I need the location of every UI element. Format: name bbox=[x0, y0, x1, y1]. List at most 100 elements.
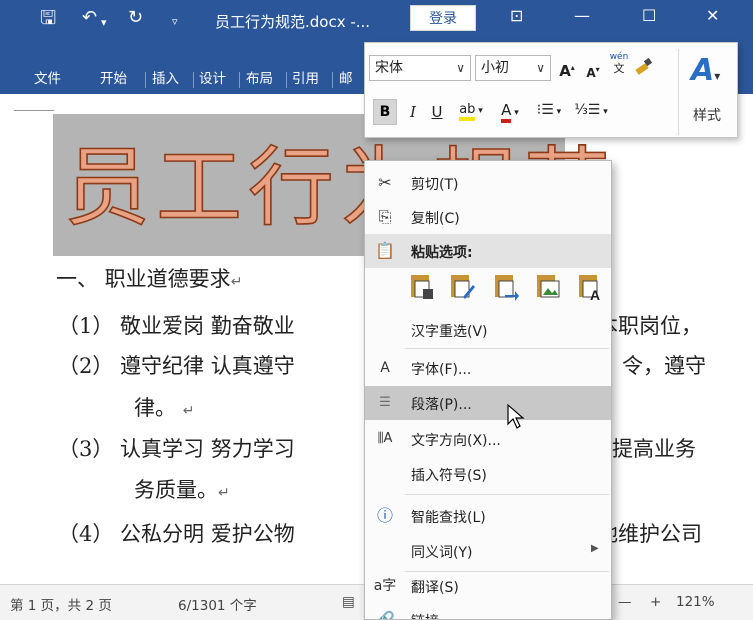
paste-keep-source-icon[interactable] bbox=[409, 271, 435, 301]
word-count[interactable]: 6/1301 个字 bbox=[178, 594, 257, 614]
tab-insert[interactable]: 插入 bbox=[152, 68, 179, 90]
paragraph-mark: ↵ bbox=[182, 403, 195, 419]
format-painter-icon[interactable] bbox=[633, 57, 657, 84]
close-button[interactable]: ✕ bbox=[706, 6, 719, 25]
tab-home[interactable]: 开始 bbox=[100, 68, 127, 90]
paste-options-header: 📋 粘贴选项: bbox=[365, 234, 611, 268]
menu-item-font[interactable]: A 字体(F)... bbox=[365, 351, 611, 385]
menu-item-synonyms[interactable]: 同义词(Y) ▶ bbox=[365, 534, 611, 568]
shrink-font-label: A bbox=[586, 66, 596, 80]
menu-item-label: 链接... bbox=[411, 611, 452, 619]
chevron-right-icon: ▶ bbox=[591, 543, 599, 554]
redo-icon[interactable]: ↻ bbox=[128, 8, 143, 28]
zoom-slider[interactable]: — bbox=[618, 594, 632, 610]
list-item-4-tail[interactable]: 地维护公司 bbox=[597, 518, 702, 548]
menu-separator bbox=[405, 494, 609, 495]
tab-mailings[interactable]: 邮 bbox=[339, 68, 353, 90]
translate-icon: a字 bbox=[373, 578, 397, 594]
menu-item-paragraph[interactable]: ☰ 段落(P)... bbox=[365, 386, 611, 420]
numbering-button[interactable]: ⅓☰ ▾ bbox=[571, 98, 611, 124]
paste-merge-format-icon[interactable] bbox=[449, 271, 475, 301]
text-direction-icon: ⫼A bbox=[377, 431, 393, 446]
chevron-down-icon[interactable]: ∨ bbox=[456, 56, 465, 80]
menu-item-copy[interactable]: ⎘ 复制(C) bbox=[365, 200, 611, 234]
phonetic-char: 文 bbox=[613, 62, 625, 75]
tab-design[interactable]: 设计 bbox=[199, 68, 226, 90]
tab-layout[interactable]: 布局 bbox=[246, 68, 273, 90]
list-item-1[interactable]: （1） 敬业爱岗 勤奋敬业 bbox=[58, 310, 295, 340]
grow-font-button[interactable]: A▴ bbox=[557, 56, 577, 83]
font-color-button[interactable]: A ▾ bbox=[493, 98, 527, 125]
menu-item-insert-symbol[interactable]: 插入符号(S) bbox=[365, 457, 611, 491]
tab-separator bbox=[239, 72, 240, 88]
list-item-3-continuation[interactable]: 务质量。↵ bbox=[134, 474, 230, 504]
menu-item-translate[interactable]: a字 翻译(S) bbox=[365, 569, 611, 603]
underline-button[interactable]: U bbox=[427, 100, 447, 124]
numbered-list-icon: ⅓☰ bbox=[574, 102, 601, 118]
phonetic-guide-button[interactable]: wén 文 bbox=[607, 51, 631, 75]
list-item-2-continuation[interactable]: 律。 ↵ bbox=[134, 392, 194, 422]
bullets-button[interactable]: ⁝☰ ▾ bbox=[531, 98, 567, 124]
ribbon-display-options-icon[interactable]: ⊡ bbox=[510, 6, 523, 25]
maximize-button[interactable]: ☐ bbox=[642, 6, 656, 25]
paste-picture-icon[interactable] bbox=[535, 271, 561, 301]
italic-button[interactable]: I bbox=[403, 100, 423, 124]
bold-button[interactable]: B bbox=[373, 99, 397, 125]
styles-gallery-button[interactable]: A▾ 样式 bbox=[678, 49, 734, 135]
list-item-3-tail[interactable]: 提高业务 bbox=[612, 433, 696, 463]
menu-item-link[interactable]: 🔗 链接... bbox=[365, 603, 611, 619]
tab-references[interactable]: 引用 bbox=[292, 68, 319, 90]
menu-item-reconvert[interactable]: 汉字重选(V) bbox=[365, 313, 611, 347]
zoom-level[interactable]: 121% bbox=[676, 594, 715, 610]
scissors-icon: ✂ bbox=[378, 173, 392, 192]
continuation-text: 律。 bbox=[134, 396, 176, 420]
list-item-2[interactable]: （2） 遵守纪律 认真遵守 bbox=[58, 350, 295, 380]
list-item-4[interactable]: （4） 公私分明 爱护公物 bbox=[58, 518, 295, 548]
read-mode-icon[interactable]: ▤ bbox=[342, 594, 355, 610]
paragraph-mark: ↵ bbox=[218, 485, 230, 501]
list-item-1-tail[interactable]: 本职岗位， bbox=[597, 310, 702, 340]
minimize-button[interactable]: — bbox=[574, 6, 590, 25]
tab-separator bbox=[193, 72, 194, 88]
paste-link-icon[interactable] bbox=[493, 271, 519, 301]
highlight-color-button[interactable]: ab ▾ bbox=[453, 98, 489, 123]
qat-customize-icon[interactable]: ▿ bbox=[172, 12, 178, 32]
font-name-combo[interactable]: 宋体 ∨ bbox=[369, 55, 471, 81]
font-name-value: 宋体 bbox=[375, 60, 403, 76]
zoom-in-button[interactable]: + bbox=[650, 594, 661, 610]
tab-file[interactable]: 文件 bbox=[34, 68, 61, 90]
font-size-combo[interactable]: 小初 ∨ bbox=[475, 55, 551, 81]
context-menu: ✂ 剪切(T) ⎘ 复制(C) 📋 粘贴选项: A 汉字重选(V) A 字体(F… bbox=[364, 160, 612, 620]
menu-item-label: 字体(F)... bbox=[411, 362, 472, 378]
font-color-label: A bbox=[501, 101, 512, 123]
highlight-label: ab bbox=[459, 102, 476, 121]
list-item-2-tail[interactable]: 令，遵守 bbox=[622, 350, 706, 380]
menu-item-label: 同义词(Y) bbox=[411, 545, 473, 561]
copy-icon: ⎘ bbox=[378, 207, 392, 226]
chevron-down-icon[interactable]: ∨ bbox=[536, 56, 545, 80]
menu-item-text-direction[interactable]: ⫼A 文字方向(X)... bbox=[365, 422, 611, 456]
menu-item-cut[interactable]: ✂ 剪切(T) bbox=[365, 166, 611, 200]
save-icon[interactable]: 🖫 bbox=[40, 8, 56, 28]
tab-separator bbox=[145, 72, 146, 88]
menu-item-label: 智能查找(L) bbox=[411, 510, 486, 526]
mouse-pointer-icon bbox=[507, 404, 525, 429]
undo-icon[interactable]: ↶ bbox=[82, 8, 97, 28]
menu-item-label: 翻译(S) bbox=[411, 580, 459, 596]
menu-item-label: 剪切(T) bbox=[411, 177, 459, 193]
undo-dropdown-icon[interactable]: ▾ bbox=[101, 13, 107, 33]
heading-professional-ethics[interactable]: 一、 职业道德要求↵ bbox=[56, 263, 242, 293]
paste-text-only-icon[interactable]: A bbox=[577, 271, 603, 301]
list-item-3[interactable]: （3） 认真学习 努力学习 bbox=[58, 433, 295, 463]
menu-item-smart-lookup[interactable]: ⓘ 智能查找(L) bbox=[365, 499, 611, 533]
menu-item-label: 汉字重选(V) bbox=[411, 324, 488, 340]
mini-toolbar: 宋体 ∨ 小初 ∨ A▴ A▾ wén 文 A▾ 样式 B I U ab ▾ A… bbox=[364, 42, 738, 138]
styles-label: 样式 bbox=[693, 108, 721, 124]
shrink-font-button[interactable]: A▾ bbox=[583, 58, 603, 85]
svg-text:A: A bbox=[590, 287, 600, 301]
margin-marker bbox=[14, 110, 54, 111]
page-count[interactable]: 第 1 页，共 2 页 bbox=[10, 594, 112, 614]
menu-separator bbox=[405, 348, 609, 349]
login-button[interactable]: 登录 bbox=[410, 5, 476, 31]
smart-lookup-icon: ⓘ bbox=[376, 506, 393, 525]
